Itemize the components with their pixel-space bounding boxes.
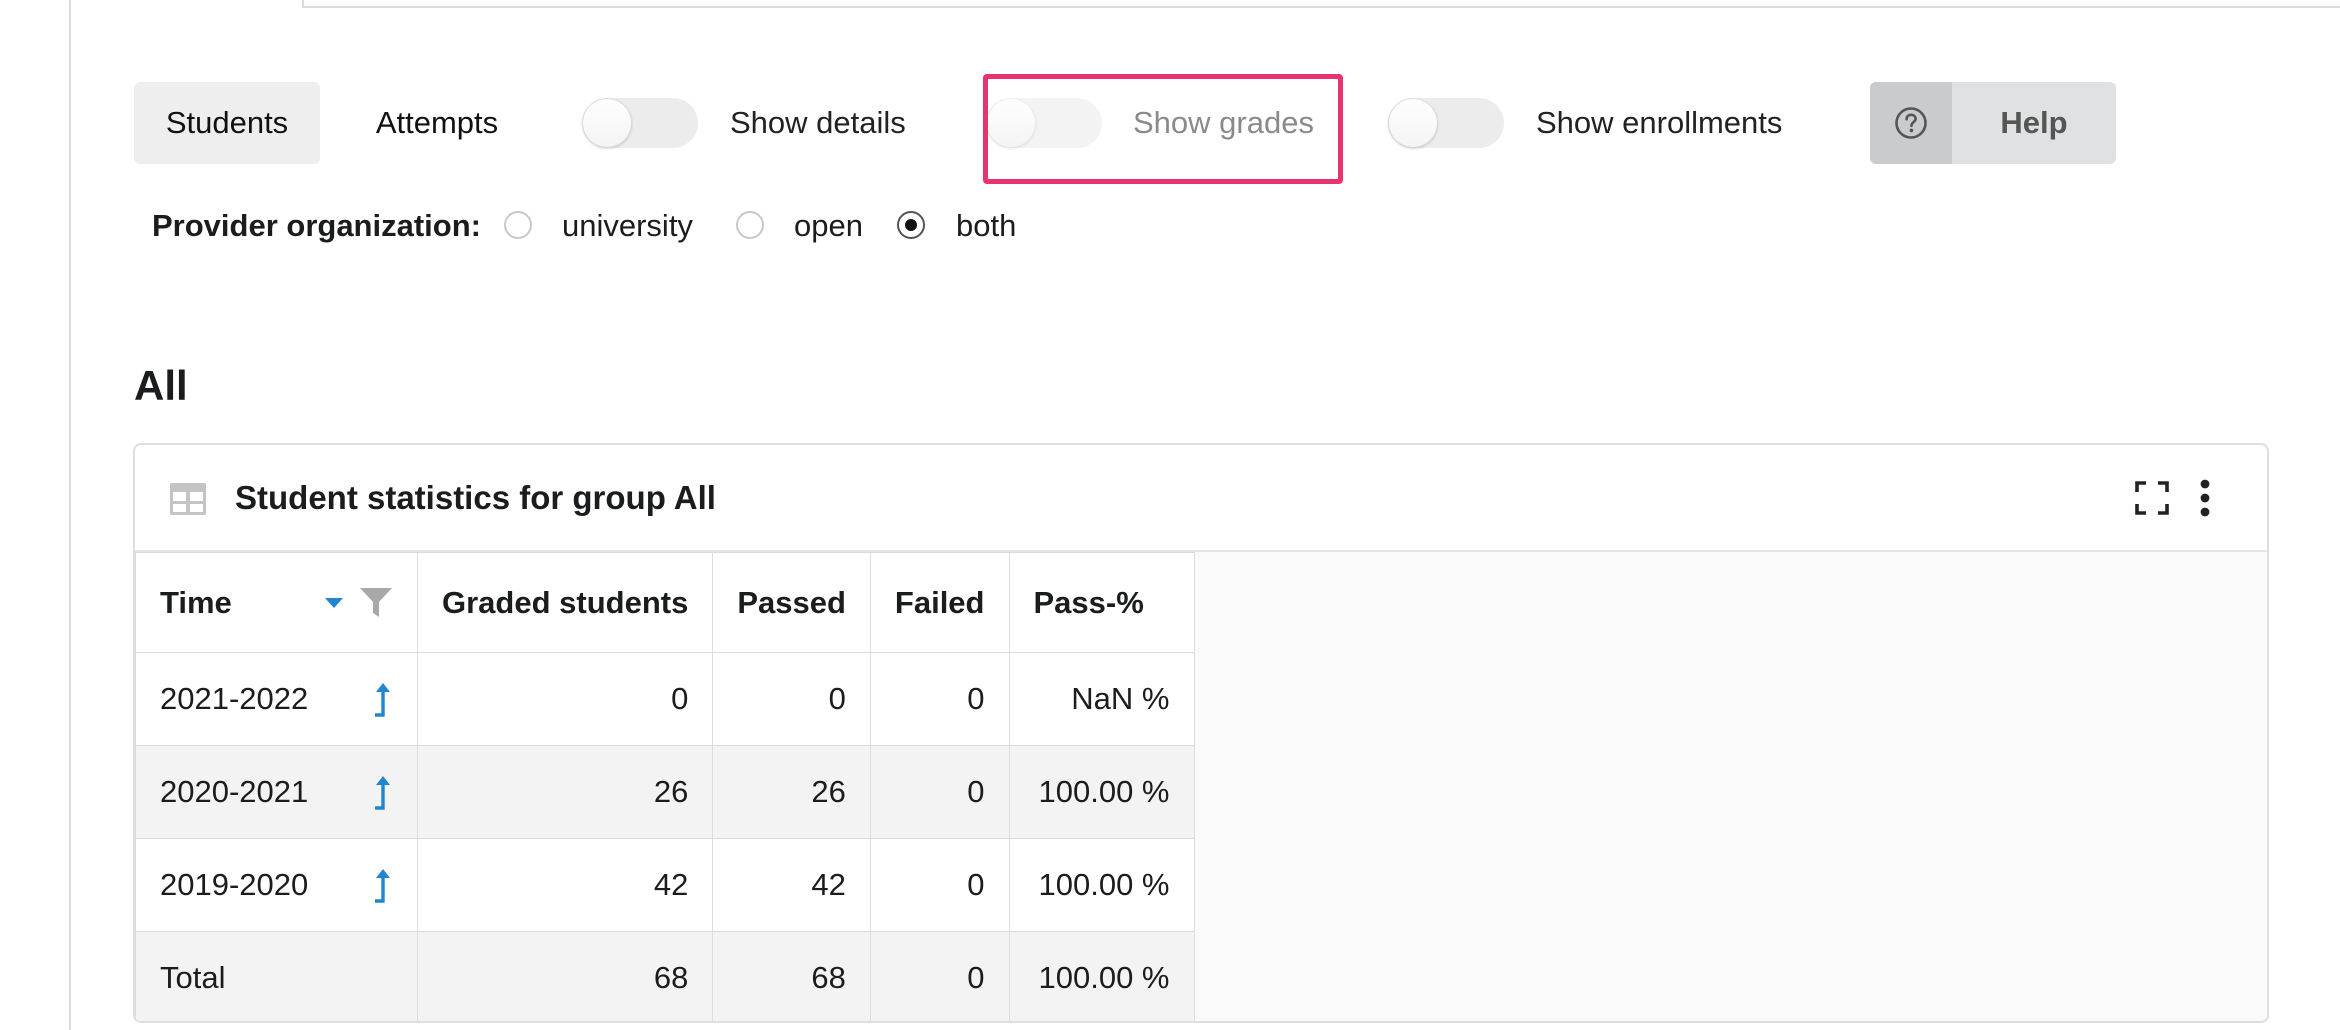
cell-time: 2021-2022 — [135, 652, 418, 746]
toggle-knob — [1388, 98, 1438, 148]
column-header-graded-students[interactable]: Graded students — [416, 552, 714, 653]
cell-pass-pct: 100.00 % — [1008, 745, 1195, 839]
page: Students Attempts Show details Show grad… — [0, 0, 2340, 1030]
help-icon-box — [1870, 82, 1952, 164]
column-header-pass-pct[interactable]: Pass-% — [1008, 552, 1195, 653]
tab-attempts[interactable]: Attempts — [344, 82, 530, 164]
cell-failed: 0 — [869, 838, 1010, 932]
top-divider — [302, 6, 2340, 8]
show-enrollments-toggle[interactable] — [1388, 98, 1504, 148]
time-value: 2019-2020 — [160, 867, 309, 902]
tab-attempts-label: Attempts — [375, 105, 499, 140]
table-row: 2019-2020 42 42 0 100.00 % — [135, 838, 1195, 932]
left-divider — [69, 0, 71, 1030]
cell-passed: 26 — [712, 745, 871, 839]
help-button[interactable]: Help — [1870, 82, 2116, 164]
show-details-toggle[interactable] — [582, 98, 698, 148]
cell-graded: 68 — [416, 931, 714, 1021]
radio-university[interactable] — [504, 211, 532, 239]
show-enrollments-label: Show enrollments — [1536, 105, 1783, 140]
section-heading: All — [134, 362, 188, 409]
statistics-card: Student statistics for group All Time Gr… — [133, 443, 2269, 1023]
cell-graded: 42 — [416, 838, 714, 932]
column-header-time-label: Time — [160, 584, 232, 620]
cell-pass-pct: NaN % — [1008, 652, 1195, 746]
radio-both-label[interactable]: both — [956, 206, 1016, 246]
level-up-icon[interactable] — [371, 774, 393, 810]
fullscreen-icon[interactable] — [2135, 481, 2169, 515]
table-header-row: Time Graded students Passed Failed Pass-… — [135, 552, 1195, 653]
time-value: 2020-2021 — [160, 774, 309, 809]
card-title: Student statistics for group All — [235, 479, 716, 516]
show-details-label: Show details — [730, 105, 906, 140]
radio-university-label[interactable]: university — [562, 206, 693, 246]
statistics-table: Time Graded students Passed Failed Pass-… — [135, 552, 1195, 1021]
column-header-failed[interactable]: Failed — [869, 552, 1010, 653]
cell-failed: 0 — [869, 745, 1010, 839]
radio-both[interactable] — [897, 211, 925, 239]
level-up-icon[interactable] — [371, 867, 393, 903]
table-total-row: Total 68 68 0 100.00 % — [135, 931, 1195, 1021]
cell-time: 2019-2020 — [135, 838, 418, 932]
question-circle-icon — [1895, 107, 1927, 139]
cell-passed: 68 — [712, 931, 871, 1021]
cell-pass-pct: 100.00 % — [1008, 931, 1195, 1021]
provider-organization-label: Provider organization: — [152, 208, 481, 243]
card-header: Student statistics for group All — [135, 445, 2267, 552]
cell-time: Total — [135, 931, 418, 1021]
column-header-passed[interactable]: Passed — [712, 552, 871, 653]
card-body: Time Graded students Passed Failed Pass-… — [135, 552, 2267, 1021]
time-value: 2021-2022 — [160, 681, 309, 716]
cell-failed: 0 — [869, 652, 1010, 746]
cell-graded: 26 — [416, 745, 714, 839]
cell-failed: 0 — [869, 931, 1010, 1021]
highlight-box — [983, 74, 1343, 184]
table-row: 2021-2022 0 0 0 NaN % — [135, 652, 1195, 746]
more-vertical-icon[interactable] — [2199, 479, 2211, 517]
radio-open[interactable] — [736, 211, 764, 239]
table-icon — [170, 483, 206, 515]
cell-pass-pct: 100.00 % — [1008, 838, 1195, 932]
table-row: 2020-2021 26 26 0 100.00 % — [135, 745, 1195, 839]
level-up-icon[interactable] — [371, 681, 393, 717]
column-header-time[interactable]: Time — [135, 552, 418, 653]
radio-open-label[interactable]: open — [794, 206, 863, 246]
cell-graded: 0 — [416, 652, 714, 746]
cell-time: 2020-2021 — [135, 745, 418, 839]
tab-students-label: Students — [165, 105, 289, 140]
sort-descending-icon[interactable] — [323, 596, 345, 610]
filter-icon[interactable] — [359, 587, 393, 619]
help-button-label: Help — [2000, 105, 2068, 140]
cell-passed: 0 — [712, 652, 871, 746]
toggle-knob — [582, 98, 632, 148]
cell-passed: 42 — [712, 838, 871, 932]
tab-students[interactable]: Students — [134, 82, 320, 164]
